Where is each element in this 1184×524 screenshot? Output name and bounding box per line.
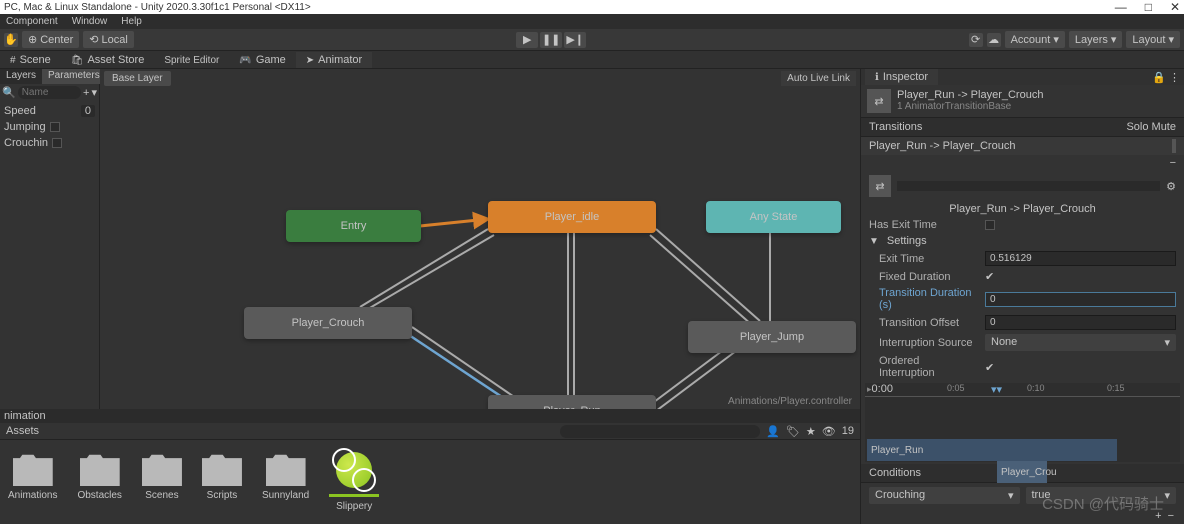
center-toggle[interactable]: ⊕Center <box>22 31 79 48</box>
add-param-button[interactable]: + <box>83 87 89 99</box>
assets-label: Assets <box>6 425 39 437</box>
tab-scene[interactable]: #Scene <box>0 52 61 68</box>
tab-animation[interactable]: nimation <box>4 410 46 422</box>
transition-timeline[interactable]: ▸0:00 0:05 0:10 0:15 ▾▾ Player_Run Playe… <box>865 383 1180 462</box>
param-jumping[interactable]: Jumping <box>4 119 95 135</box>
menu-window[interactable]: Window <box>72 16 108 27</box>
layout-dropdown[interactable]: Layout▾ <box>1126 31 1180 48</box>
window-title: PC, Mac & Linux Standalone - Unity 2020.… <box>4 2 311 13</box>
maximize-button[interactable]: □ <box>1145 0 1152 14</box>
timeline-bar-source[interactable]: Player_Run <box>867 439 1117 461</box>
remove-transition-button[interactable]: − <box>1170 157 1176 169</box>
gear-icon[interactable]: ⚙ <box>1166 180 1176 193</box>
animator-graph[interactable]: Base Layer Auto Live Link <box>100 69 860 409</box>
has-exit-time-checkbox[interactable] <box>985 220 995 230</box>
tab-asset-store[interactable]: 🛍Asset Store <box>61 52 155 68</box>
tab-animator[interactable]: ➤Animator <box>296 52 372 68</box>
tab-game[interactable]: 🎮Game <box>229 52 295 68</box>
mute-checkbox[interactable] <box>1174 139 1176 153</box>
minimize-button[interactable]: — <box>1115 0 1127 14</box>
transition-icon: ⇄ <box>867 89 891 113</box>
menu-help[interactable]: Help <box>121 16 142 27</box>
add-param-dropdown[interactable]: ▾ <box>91 86 97 99</box>
play-button[interactable]: ▶ <box>516 32 538 48</box>
node-player-jump[interactable]: Player_Jump <box>688 321 856 353</box>
node-entry[interactable]: Entry <box>286 210 421 242</box>
transition-name-field[interactable] <box>897 181 1160 191</box>
transition-name-label: Player_Run -> Player_Crouch <box>861 201 1184 217</box>
star-icon[interactable]: ★ <box>806 425 816 438</box>
interruption-source-dropdown[interactable]: None▾ <box>985 334 1176 351</box>
node-player-run[interactable]: Player_Run <box>488 395 656 409</box>
ordered-interruption-checkbox: ✔ <box>985 361 994 374</box>
physics-material-icon <box>336 452 372 488</box>
collab-icon[interactable]: ⟳ <box>969 33 983 47</box>
transition-duration-field[interactable] <box>985 292 1176 307</box>
step-button[interactable]: ▶❙ <box>564 32 586 48</box>
node-any-state[interactable]: Any State <box>706 201 841 233</box>
transition-subtitle: 1 AnimatorTransitionBase <box>897 101 1043 112</box>
folder-scenes[interactable]: Scenes <box>142 452 182 512</box>
folder-scripts[interactable]: Scripts <box>202 452 242 512</box>
tag-icon[interactable]: 🏷 <box>786 425 800 438</box>
search-icon: 🔍 <box>2 86 16 99</box>
close-button[interactable]: ✕ <box>1170 0 1180 14</box>
controller-path: Animations/Player.controller <box>728 396 852 407</box>
transitions-header: Transitions <box>869 121 922 133</box>
lock-icon[interactable]: 🔒 <box>1152 72 1166 84</box>
transition-icon-small: ⇄ <box>869 175 891 197</box>
transition-title: Player_Run -> Player_Crouch <box>897 89 1043 101</box>
cloud-icon[interactable]: ☁ <box>987 33 1001 47</box>
param-crouching[interactable]: Crouchin <box>4 135 95 151</box>
node-player-crouch[interactable]: Player_Crouch <box>244 307 412 339</box>
transition-edges <box>100 69 860 409</box>
folder-obstacles[interactable]: Obstacles <box>77 452 121 512</box>
remove-condition-button[interactable]: − <box>1168 510 1174 522</box>
tab-sprite-editor[interactable]: Sprite Editor <box>154 53 229 68</box>
param-tab-parameters[interactable]: Parameters <box>42 69 106 84</box>
folder-sunnyland[interactable]: Sunnyland <box>262 452 309 512</box>
param-search-input[interactable] <box>18 86 81 99</box>
hidden-icon[interactable]: 👁 <box>822 425 836 438</box>
condition-param-dropdown[interactable]: Crouching▾ <box>869 487 1020 504</box>
watermark: CSDN @代码骑士 <box>1042 493 1164 514</box>
fixed-duration-checkbox[interactable]: ✔ <box>985 270 994 283</box>
hidden-count: 19 <box>842 425 854 437</box>
tab-inspector[interactable]: ℹ Inspector <box>865 69 938 85</box>
timeline-bar-dest[interactable]: Player_Crou <box>997 461 1047 483</box>
account-dropdown[interactable]: Account▾ <box>1005 31 1065 48</box>
conditions-header: Conditions <box>869 467 921 479</box>
filter-icon[interactable]: 👤 <box>766 425 780 438</box>
param-speed[interactable]: Speed0 <box>4 103 95 119</box>
settings-foldout[interactable]: Settings <box>887 235 927 247</box>
transition-offset-field[interactable] <box>985 315 1176 330</box>
pause-button[interactable]: ❚❚ <box>540 32 562 48</box>
layers-dropdown[interactable]: Layers▾ <box>1069 31 1123 48</box>
transition-list-item[interactable]: Player_Run -> Player_Crouch <box>869 140 1015 152</box>
node-player-idle[interactable]: Player_idle <box>488 201 656 233</box>
local-toggle[interactable]: ⟲Local <box>83 31 134 48</box>
hand-tool-icon[interactable]: ✋ <box>4 33 18 47</box>
menu-icon[interactable]: ⋮ <box>1169 72 1180 84</box>
folder-animations[interactable]: Animations <box>8 452 57 512</box>
exit-time-field[interactable] <box>985 251 1176 266</box>
assets-search-input[interactable] <box>560 425 760 438</box>
asset-slippery[interactable]: Slippery <box>329 452 379 512</box>
param-tab-layers[interactable]: Layers <box>0 69 42 84</box>
menu-component[interactable]: Component <box>6 16 58 27</box>
